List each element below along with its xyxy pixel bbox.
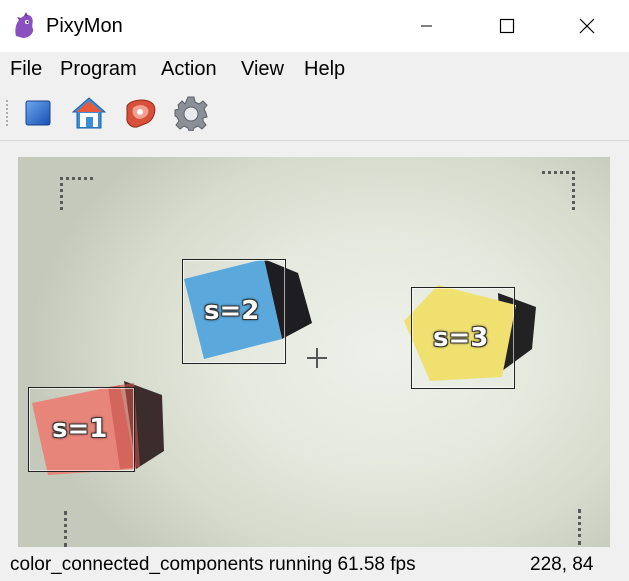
home-icon [71, 97, 107, 129]
toolbar [0, 85, 629, 141]
configure-button[interactable] [171, 93, 211, 133]
menu-bar: File Program Action View Help [0, 52, 629, 85]
cursor-coordinates: 228, 84 [530, 554, 594, 575]
corner-mark-top-right [542, 171, 575, 210]
raw-frame-icon [126, 99, 156, 128]
menu-view[interactable]: View [241, 56, 284, 82]
minimize-icon [421, 25, 432, 27]
menu-help[interactable]: Help [304, 56, 345, 82]
menu-file[interactable]: File [10, 56, 42, 82]
blob-box-3: s=3 [411, 287, 515, 389]
close-button[interactable] [547, 0, 627, 52]
title-bar: PixyMon [0, 0, 629, 52]
camera-view[interactable]: s=1 s=2 s=3 [18, 157, 610, 547]
toolbar-grip[interactable] [5, 99, 9, 127]
corner-mark-bottom-right [566, 509, 581, 545]
status-text: color_connected_components running 61.58… [10, 554, 416, 575]
stop-icon [25, 100, 51, 126]
menu-program[interactable]: Program [60, 56, 137, 82]
blob-box-2: s=2 [182, 259, 286, 364]
home-button[interactable] [69, 93, 109, 133]
menu-action[interactable]: Action [161, 56, 217, 82]
maximize-icon [499, 18, 515, 34]
maximize-button[interactable] [467, 0, 547, 52]
gear-icon [174, 96, 208, 131]
blob-label-1: s=1 [52, 414, 108, 444]
pixymon-app-icon [15, 12, 34, 38]
close-icon [579, 18, 595, 34]
blob-label-2: s=2 [204, 296, 260, 326]
raw-frame-button[interactable] [120, 93, 160, 133]
stop-button[interactable] [18, 93, 58, 133]
corner-mark-bottom-left [64, 511, 97, 547]
blob-box-1: s=1 [28, 387, 135, 472]
status-bar: color_connected_components running 61.58… [0, 549, 629, 581]
blob-label-3: s=3 [433, 323, 489, 353]
minimize-button[interactable] [387, 0, 467, 52]
crosshair-icon [307, 348, 327, 368]
corner-mark-top-left [60, 177, 93, 210]
window-title: PixyMon [46, 15, 123, 37]
